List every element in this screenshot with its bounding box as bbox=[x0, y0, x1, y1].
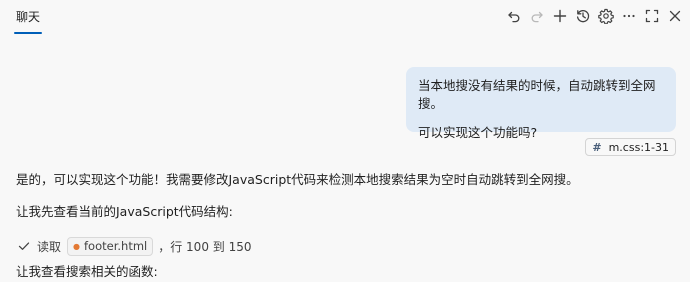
file-link-chip[interactable]: ● footer.html bbox=[67, 236, 154, 256]
hash-icon: # bbox=[592, 140, 602, 154]
html-file-icon: ● bbox=[73, 241, 80, 251]
tab-chat-label: 聊天 bbox=[16, 10, 41, 24]
assistant-message-text: 是的，可以实现这个功能！我需要修改JavaScript代码来检测本地搜索结果为空… bbox=[16, 172, 579, 187]
gear-icon[interactable] bbox=[595, 4, 617, 28]
ellipsis-icon[interactable] bbox=[618, 4, 640, 28]
line-range-text: ，行 100 到 150 bbox=[158, 239, 252, 254]
active-tab-indicator bbox=[14, 32, 43, 34]
tab-chat[interactable]: 聊天 bbox=[12, 6, 44, 34]
user-message-line: 当本地搜没有结果的时候，自动跳转到全网搜。 bbox=[418, 78, 656, 111]
user-message-bubble: 当本地搜没有结果的时候，自动跳转到全网搜。 可以实现这个功能吗? bbox=[406, 67, 676, 140]
history-icon[interactable] bbox=[572, 4, 594, 28]
assistant-message-text: 让我查看搜索相关的函数: bbox=[16, 264, 158, 279]
chat-toolbar bbox=[502, 3, 686, 29]
context-reference-chip[interactable]: # m.css:1-31 bbox=[585, 138, 676, 156]
assistant-message-text: 让我先查看当前的JavaScript代码结构: bbox=[16, 204, 233, 219]
close-icon[interactable] bbox=[664, 4, 686, 28]
file-name: footer.html bbox=[84, 239, 148, 253]
check-icon bbox=[18, 242, 30, 250]
maximize-icon[interactable] bbox=[641, 4, 663, 28]
reference-label: m.css:1-31 bbox=[608, 140, 669, 154]
chat-header: 聊天 bbox=[0, 0, 690, 34]
undo-icon[interactable] bbox=[503, 4, 525, 28]
plus-icon[interactable] bbox=[549, 4, 571, 28]
redo-icon[interactable] bbox=[526, 4, 548, 28]
tool-invocation-row: 读取 ● footer.html ，行 100 到 150 bbox=[17, 236, 252, 256]
tool-action-label: 读取 bbox=[37, 239, 62, 254]
